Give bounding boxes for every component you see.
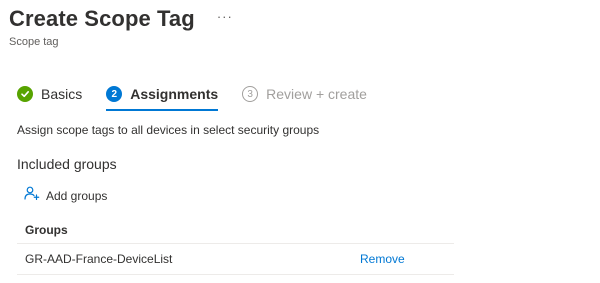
step-basics[interactable]: Basics — [17, 82, 82, 106]
checkmark-circle-icon — [17, 86, 33, 102]
create-scope-tag-page: Create Scope Tag ··· Scope tag Basics 2 … — [0, 0, 600, 283]
page-subtitle: Scope tag — [9, 36, 59, 48]
assignments-description: Assign scope tags to all devices in sele… — [17, 123, 320, 137]
included-groups-heading: Included groups — [17, 156, 117, 172]
step-assignments[interactable]: 2 Assignments — [106, 82, 219, 111]
title-row: Create Scope Tag ··· — [9, 6, 233, 32]
remove-group-link[interactable]: Remove — [360, 252, 405, 266]
add-groups-button[interactable]: Add groups — [24, 186, 107, 205]
groups-table: Groups GR-AAD-France-DeviceList Remove — [17, 217, 454, 275]
add-user-icon — [24, 186, 40, 205]
group-name: GR-AAD-France-DeviceList — [25, 252, 173, 266]
page-title: Create Scope Tag — [9, 6, 195, 31]
column-header-groups[interactable]: Groups — [17, 217, 454, 244]
step-number: 2 — [106, 86, 123, 102]
table-row: GR-AAD-France-DeviceList Remove — [17, 244, 454, 275]
wizard-steps: Basics 2 Assignments 3 Review + create — [17, 82, 391, 111]
more-icon[interactable]: ··· — [217, 10, 233, 24]
step-number: 3 — [242, 86, 259, 102]
step-label: Review + create — [266, 86, 367, 102]
step-label: Assignments — [130, 86, 219, 102]
step-review-create[interactable]: 3 Review + create — [242, 82, 367, 106]
add-groups-label: Add groups — [46, 188, 108, 203]
step-label: Basics — [41, 86, 83, 102]
